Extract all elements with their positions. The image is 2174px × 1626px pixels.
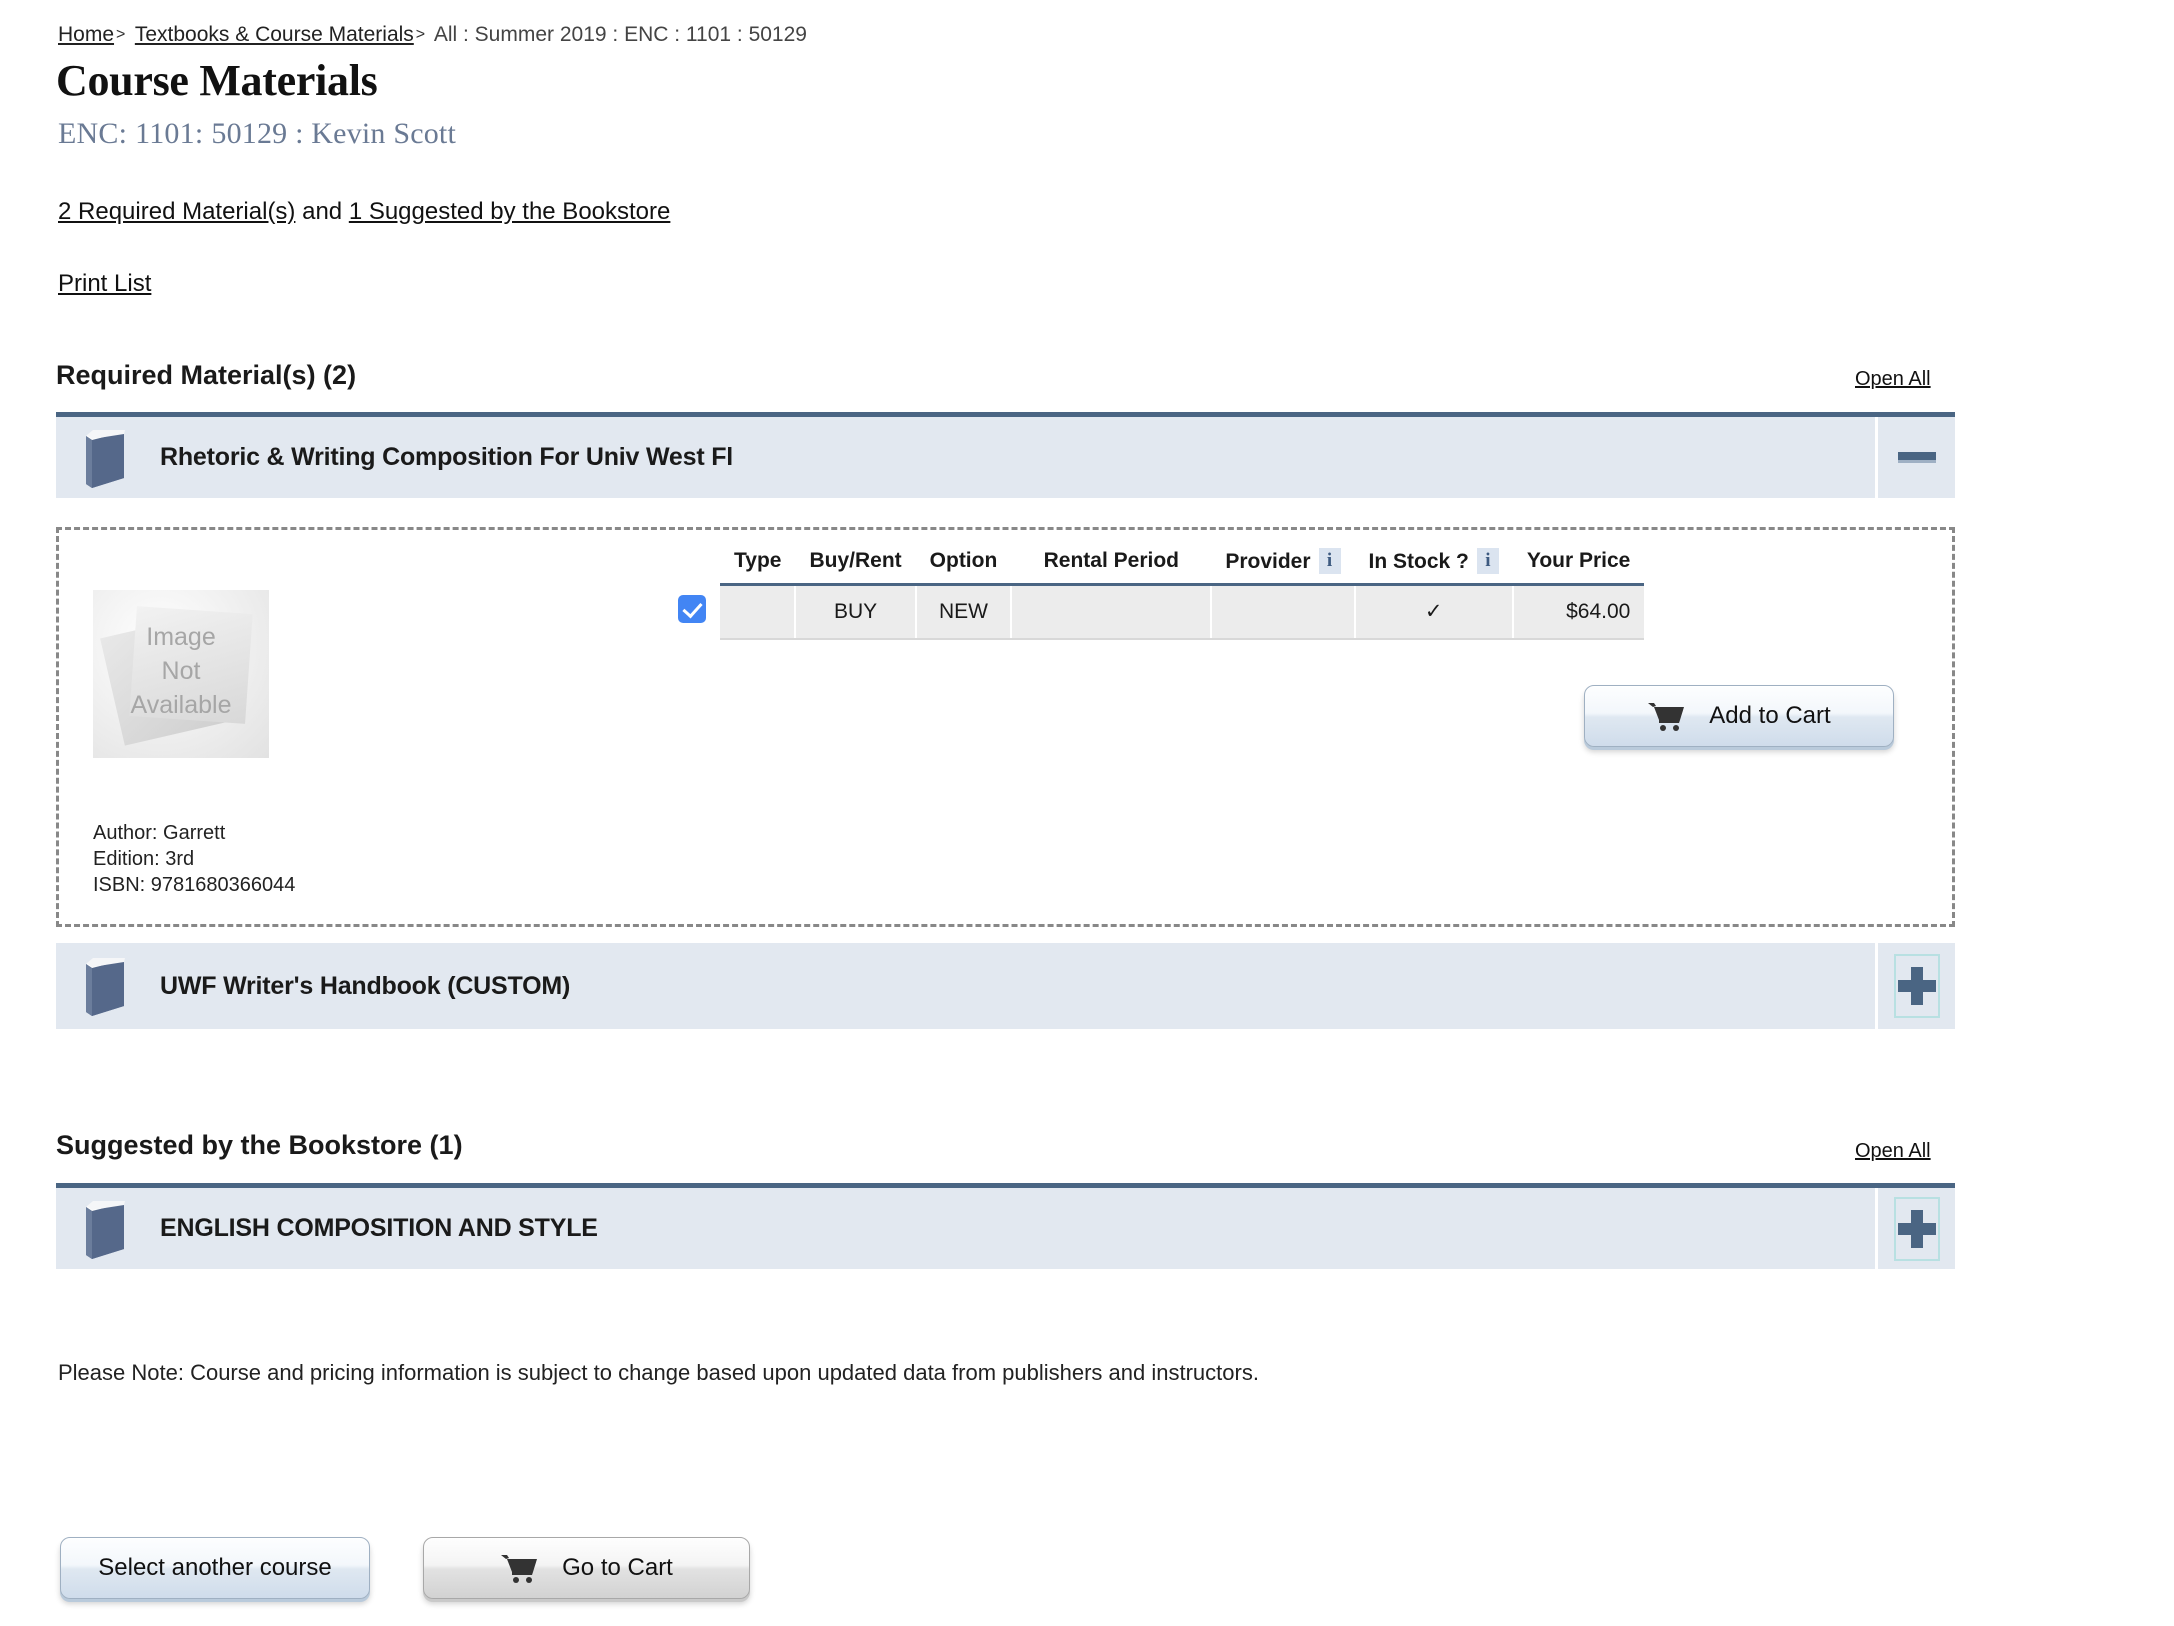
breadcrumb-home-link[interactable]: Home (58, 23, 114, 46)
col-provider-label: Provider (1225, 550, 1311, 573)
breadcrumb: Home > Textbooks & Course Materials > All … (58, 23, 807, 47)
cell-in-stock: ✓ (1353, 583, 1513, 640)
option-checkbox[interactable] (678, 594, 706, 623)
placeholder-line-1: Image (146, 623, 216, 651)
print-list-link[interactable]: Print List (58, 270, 151, 298)
accordion-header-english-composition[interactable]: ENGLISH COMPOSITION AND STYLE (56, 1183, 1955, 1269)
table-row: BUY NEW ✓ $64.00 (664, 583, 1645, 640)
course-identifier: ENC: 1101: 50129 : Kevin Scott (58, 117, 456, 151)
placeholder-text: Image Not Available (93, 620, 269, 722)
accordion-header-rhetoric[interactable]: Rhetoric & Writing Composition For Univ … (56, 412, 1955, 498)
accordion-title: ENGLISH COMPOSITION AND STYLE (160, 1214, 598, 1242)
breadcrumb-textbooks-link[interactable]: Textbooks & Course Materials (135, 23, 414, 46)
purchase-options-table: Type Buy/Rent Option Rental Period Provi… (664, 548, 1645, 640)
material-author: Author: Garrett (93, 822, 226, 844)
col-buy-rent: Buy/Rent (809, 549, 902, 572)
col-rental-period: Rental Period (1043, 549, 1179, 572)
placeholder-line-2: Not (161, 657, 201, 685)
go-to-cart-label: Go to Cart (562, 1554, 673, 1581)
section-heading-required: Required Material(s) (2) (56, 360, 357, 390)
material-metadata: Author: Garrett Edition: 3rd ISBN: 97816… (93, 820, 295, 898)
row-select-cell (664, 585, 720, 639)
accordion-header-uwf-handbook[interactable]: UWF Writer's Handbook (CUSTOM) (56, 943, 1955, 1029)
accordion-title: UWF Writer's Handbook (CUSTOM) (160, 971, 571, 1000)
cell-buy-rent: BUY (794, 583, 916, 640)
cover-image-placeholder: Image Not Available (93, 590, 269, 758)
expand-toggle-plus[interactable] (1875, 1188, 1955, 1269)
material-isbn: ISBN: 9781680366044 (93, 874, 296, 896)
open-all-suggested-link[interactable]: Open All (1855, 1140, 1931, 1163)
open-all-required-link[interactable]: Open All (1855, 368, 1931, 391)
add-to-cart-button[interactable]: Add to Cart (1584, 685, 1894, 747)
add-to-cart-label: Add to Cart (1709, 702, 1831, 729)
required-materials-link[interactable]: 2 Required Material(s) (58, 198, 295, 225)
table-header-row: Type Buy/Rent Option Rental Period Provi… (664, 548, 1644, 585)
breadcrumb-separator-2: > (415, 26, 426, 43)
cell-type (720, 583, 796, 640)
collapse-toggle-minus[interactable] (1875, 417, 1955, 498)
accordion-title: Rhetoric & Writing Composition For Univ … (160, 443, 734, 471)
plus-icon (1893, 954, 1940, 1018)
book-icon (78, 1197, 132, 1261)
course-dept: ENC: (58, 117, 128, 150)
cart-icon (1647, 700, 1687, 732)
select-another-course-button[interactable]: Select another course (60, 1537, 370, 1599)
minus-icon (1897, 452, 1936, 463)
course-materials-page: Home > Textbooks & Course Materials > All … (0, 0, 2174, 1626)
course-number: 1101: (135, 117, 204, 150)
pricing-note: Please Note: Course and pricing informat… (58, 1360, 1259, 1385)
select-another-course-label: Select another course (98, 1554, 332, 1581)
book-icon (78, 426, 132, 490)
breadcrumb-current: All : Summer 2019 : ENC : 1101 : 50129 (433, 23, 807, 46)
material-detail-panel: Image Not Available Author: Garrett Edit… (56, 527, 1955, 927)
placeholder-line-3: Available (130, 691, 232, 719)
cell-rental-period (1010, 583, 1212, 640)
info-icon-provider[interactable]: i (1318, 548, 1341, 574)
col-your-price: Your Price (1526, 549, 1631, 572)
cell-option: NEW (914, 583, 1012, 640)
book-icon (78, 954, 132, 1018)
counts-conjunction: and (302, 198, 343, 225)
info-icon-in-stock[interactable]: i (1476, 548, 1499, 574)
col-in-stock: In Stock ? i (1355, 548, 1513, 585)
breadcrumb-separator-1: > (116, 26, 126, 43)
material-edition: Edition: 3rd (93, 848, 195, 870)
cell-your-price: $64.00 (1511, 583, 1645, 640)
expand-toggle-plus[interactable] (1875, 943, 1955, 1029)
plus-icon (1893, 1196, 1940, 1261)
suggested-materials-link[interactable]: 1 Suggested by the Bookstore (349, 198, 671, 225)
col-select (664, 548, 720, 585)
course-section-instructor: 50129 : Kevin Scott (211, 117, 456, 150)
materials-count-line: 2 Required Material(s) and 1 Suggested b… (58, 198, 670, 226)
cart-icon (500, 1552, 540, 1584)
col-type: Type (734, 549, 782, 572)
cell-provider (1210, 583, 1355, 640)
col-in-stock-label: In Stock ? (1368, 550, 1469, 573)
page-title: Course Materials (56, 56, 378, 105)
section-heading-suggested: Suggested by the Bookstore (1) (56, 1130, 463, 1160)
col-option: Option (929, 549, 998, 572)
go-to-cart-button[interactable]: Go to Cart (423, 1537, 750, 1599)
col-provider: Provider i (1211, 548, 1354, 585)
